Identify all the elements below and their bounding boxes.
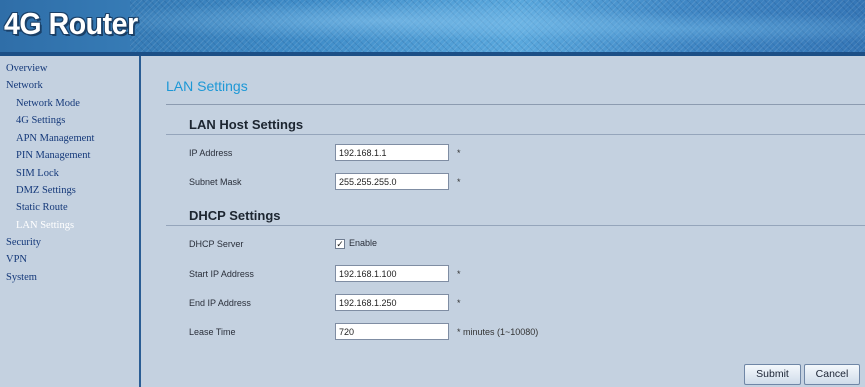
- lease-time-label: Lease Time: [189, 327, 236, 337]
- lease-time-unit: * minutes (1~10080): [457, 327, 539, 337]
- cancel-button[interactable]: Cancel: [804, 364, 860, 385]
- header-wave-pattern: [130, 0, 865, 52]
- page-title: LAN Settings: [166, 78, 248, 94]
- sidebar-item-4g-settings[interactable]: 4G Settings: [16, 115, 65, 126]
- sidebar-item-network-mode[interactable]: Network Mode: [16, 98, 80, 109]
- subnet-mask-label: Subnet Mask: [189, 177, 242, 187]
- ip-address-required-mark: *: [457, 148, 461, 158]
- sidebar-item-apn-management[interactable]: APN Management: [16, 133, 94, 144]
- ip-address-input[interactable]: [335, 144, 449, 161]
- router-logo: 4G Router: [4, 6, 138, 41]
- sidebar-item-vpn[interactable]: VPN: [6, 254, 27, 265]
- sidebar-item-overview[interactable]: Overview: [6, 63, 47, 74]
- end-ip-label: End IP Address: [189, 298, 251, 308]
- sidebar-item-static-route[interactable]: Static Route: [16, 202, 68, 213]
- submit-button[interactable]: Submit: [744, 364, 801, 385]
- sidebar-item-dmz-settings[interactable]: DMZ Settings: [16, 185, 76, 196]
- dhcp-enable-label[interactable]: Enable: [349, 238, 377, 248]
- title-divider: [166, 104, 865, 105]
- sidebar-item-security[interactable]: Security: [6, 237, 41, 248]
- dhcp-enable-checkbox[interactable]: ✓: [335, 239, 345, 249]
- dhcp-divider: [166, 225, 865, 226]
- ip-address-label: IP Address: [189, 148, 233, 158]
- end-ip-input[interactable]: [335, 294, 449, 311]
- dhcp-server-label: DHCP Server: [189, 239, 244, 249]
- lease-time-input[interactable]: [335, 323, 449, 340]
- start-ip-required-mark: *: [457, 269, 461, 279]
- sidebar-nav: Overview Network Network Mode 4G Setting…: [0, 56, 141, 387]
- subnet-mask-required-mark: *: [457, 177, 461, 187]
- sidebar-item-lan-settings[interactable]: LAN Settings: [16, 220, 74, 231]
- dhcp-section-title: DHCP Settings: [189, 208, 281, 223]
- main-content: LAN Settings LAN Host Settings IP Addres…: [141, 56, 865, 387]
- sidebar-item-pin-management[interactable]: PIN Management: [16, 150, 90, 161]
- header-banner: 4G Router: [0, 0, 865, 52]
- subnet-mask-input[interactable]: [335, 173, 449, 190]
- sidebar-item-network[interactable]: Network: [6, 80, 43, 91]
- sidebar-item-sim-lock[interactable]: SIM Lock: [16, 168, 59, 179]
- end-ip-required-mark: *: [457, 298, 461, 308]
- start-ip-label: Start IP Address: [189, 269, 254, 279]
- lan-host-divider: [166, 134, 865, 135]
- lan-host-section-title: LAN Host Settings: [189, 117, 304, 132]
- start-ip-input[interactable]: [335, 265, 449, 282]
- sidebar-item-system[interactable]: System: [6, 272, 37, 283]
